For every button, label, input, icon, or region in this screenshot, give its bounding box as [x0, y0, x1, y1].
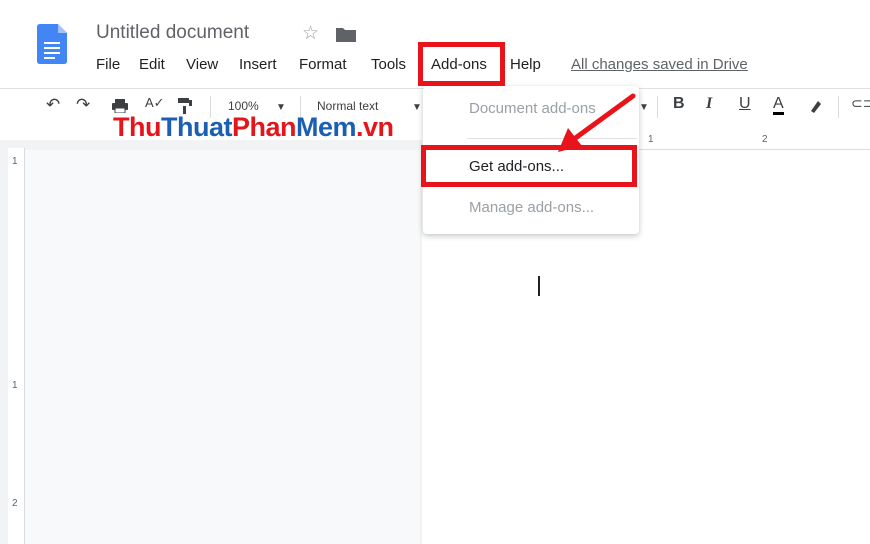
menu-item-manage-add-ons[interactable]: Manage add-ons...	[469, 199, 594, 216]
ruler-mark: 1	[12, 380, 18, 391]
red-arrow-icon	[558, 93, 636, 152]
menu-help[interactable]: Help	[510, 56, 541, 73]
zoom-select[interactable]: 100%	[228, 99, 259, 113]
underline-button[interactable]: U	[739, 95, 751, 113]
watermark-part: Thu	[113, 112, 161, 142]
print-icon[interactable]	[112, 99, 128, 113]
watermark-part: .vn	[356, 112, 394, 142]
document-title[interactable]: Untitled document	[96, 22, 249, 44]
bold-button[interactable]: B	[673, 95, 685, 113]
watermark-logo: ThuThuatPhanMem.vn	[113, 112, 394, 143]
italic-button[interactable]: I	[706, 95, 712, 113]
saved-status-link[interactable]: All changes saved in Drive	[571, 56, 748, 73]
ruler-mark: 2	[762, 134, 768, 145]
menu-file[interactable]: File	[96, 56, 120, 73]
ruler-mark: 1	[648, 134, 654, 145]
menu-tools[interactable]: Tools	[371, 56, 406, 73]
menu-edit[interactable]: Edit	[139, 56, 165, 73]
watermark-part: Mem	[296, 112, 357, 142]
undo-icon[interactable]: ↶	[46, 95, 60, 115]
text-cursor	[538, 276, 540, 296]
style-select[interactable]: Normal text	[317, 99, 378, 113]
highlight-box-add-ons	[418, 42, 505, 86]
star-icon[interactable]: ☆	[302, 22, 319, 45]
spellcheck-icon[interactable]: A✓	[145, 95, 165, 111]
docs-logo-icon[interactable]	[37, 24, 67, 64]
toolbar-divider	[838, 96, 839, 118]
link-icon[interactable]: ⊂⊃	[851, 95, 870, 112]
watermark-part: Phan	[231, 112, 297, 142]
page-margin-area	[25, 150, 420, 544]
watermark-part: Thuat	[160, 112, 233, 142]
menu-view[interactable]: View	[186, 56, 218, 73]
chevron-down-icon[interactable]: ▼	[412, 102, 422, 113]
redo-icon[interactable]: ↷	[76, 95, 90, 115]
folder-icon[interactable]	[336, 27, 356, 42]
menu-insert[interactable]: Insert	[239, 56, 277, 73]
toolbar-divider	[657, 96, 658, 118]
ruler-mark: 2	[12, 498, 18, 509]
text-color-button[interactable]: A	[773, 95, 784, 115]
ruler-mark: 1	[12, 156, 18, 167]
menu-format[interactable]: Format	[299, 56, 347, 73]
vertical-ruler[interactable]: 1 1 2	[8, 148, 25, 544]
highlight-pen-icon[interactable]	[808, 98, 824, 114]
chevron-down-icon[interactable]: ▼	[639, 102, 649, 113]
